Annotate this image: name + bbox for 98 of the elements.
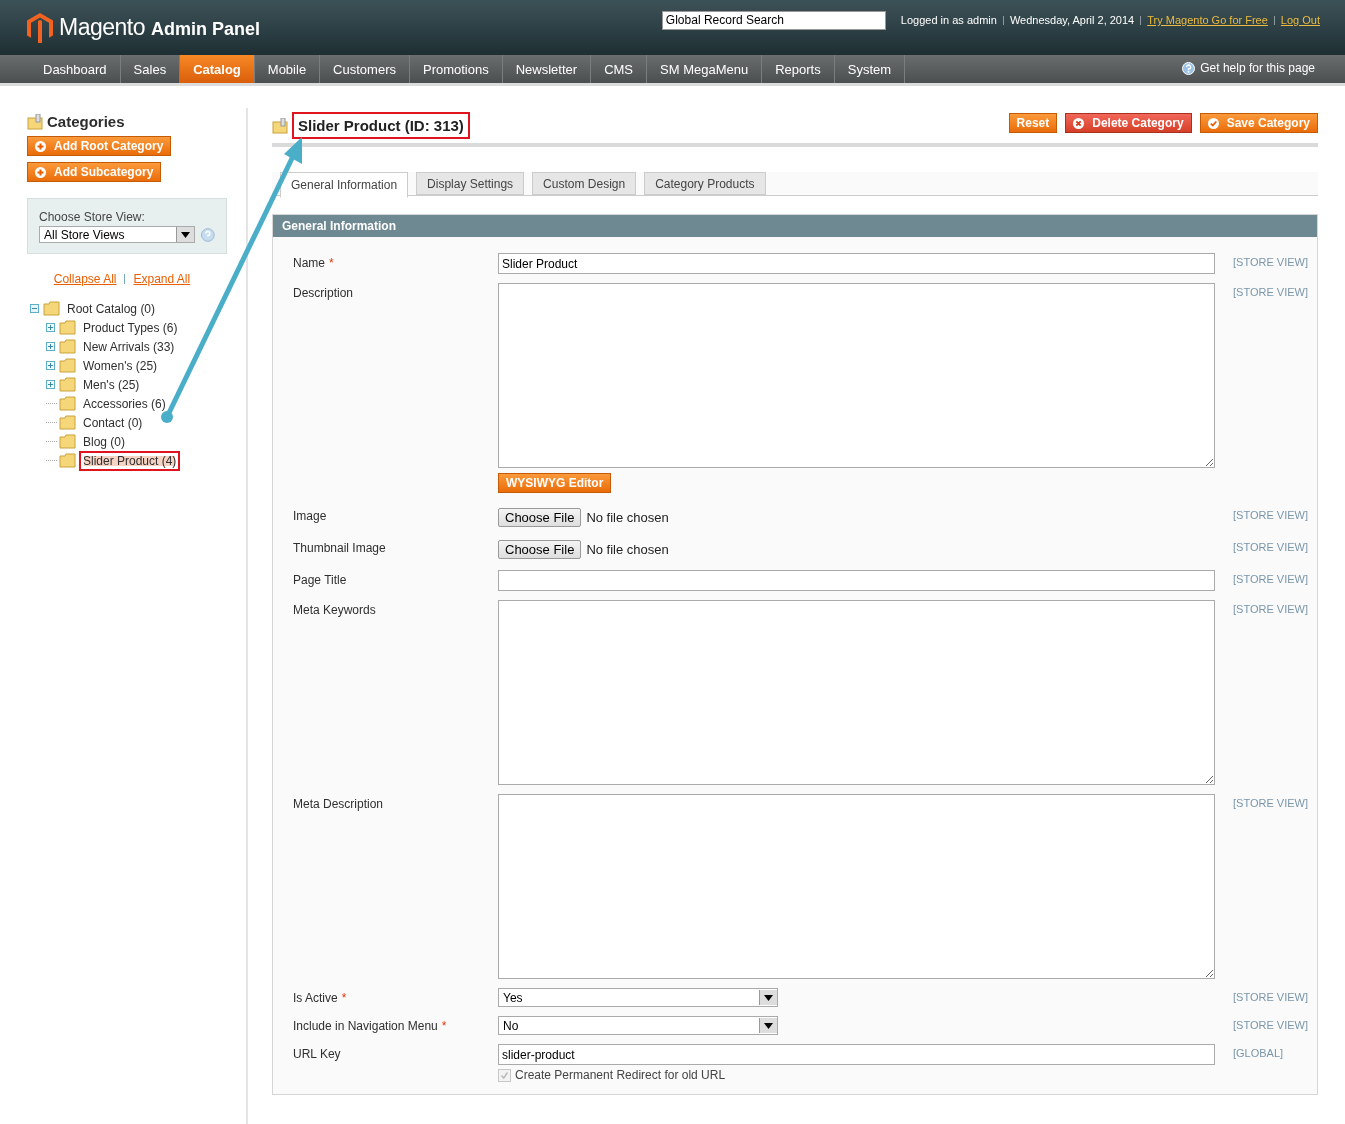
nav-tab[interactable]: Reports <box>762 55 835 83</box>
check-icon <box>500 1070 509 1080</box>
field-label: Is Active <box>293 991 338 1005</box>
expand-icon[interactable] <box>46 323 55 332</box>
store-view-select[interactable]: All Store Views <box>39 226 196 243</box>
store-view-label: Choose Store View: <box>39 210 146 224</box>
text-field[interactable] <box>498 570 1215 591</box>
scope-label: [STORE VIEW] <box>1233 1018 1308 1031</box>
folder-icon <box>59 320 77 335</box>
field-label: Description <box>293 286 354 300</box>
expand-icon[interactable] <box>46 380 55 389</box>
tab[interactable]: General Information <box>280 172 409 198</box>
logo-subtitle: Admin Panel <box>151 18 261 40</box>
folder-icon <box>27 113 43 130</box>
nav-tab[interactable]: Newsletter <box>502 55 592 83</box>
section-header: General Information <box>273 215 1317 237</box>
tree-item[interactable]: Accessories (6) <box>79 393 170 414</box>
scope-label: [STORE VIEW] <box>1233 540 1308 553</box>
field-label: Thumbnail Image <box>293 541 386 555</box>
expand-icon[interactable] <box>46 342 55 351</box>
field-label: Meta Keywords <box>293 603 376 617</box>
nav-tab[interactable]: Mobile <box>254 55 321 83</box>
sidebar-title: Categories <box>47 113 125 130</box>
file-status: No file chosen <box>586 510 669 525</box>
logo-icon <box>27 12 53 43</box>
field-label: Meta Description <box>293 797 384 811</box>
folder-icon <box>272 117 288 134</box>
user-info: Logged in as admin <box>900 14 997 26</box>
folder-icon <box>59 358 77 373</box>
text-field[interactable]: Slider Product <box>498 253 1215 274</box>
required-mark: * <box>441 1019 447 1033</box>
nav-tab[interactable]: SM MegaMenu <box>647 55 763 83</box>
tab[interactable]: Display Settings <box>416 172 525 195</box>
plus-icon <box>35 140 46 152</box>
text-field[interactable]: slider-product <box>498 1044 1215 1065</box>
folder-icon <box>59 453 77 468</box>
dropdown[interactable]: No <box>498 1016 778 1035</box>
tree-item[interactable]: Slider Product (4) <box>79 450 181 471</box>
scope-label: [STORE VIEW] <box>1233 990 1308 1003</box>
expand-icon[interactable] <box>46 361 55 370</box>
scope-label: [STORE VIEW] <box>1233 508 1308 521</box>
delete-button[interactable]: Delete Category <box>1065 113 1192 133</box>
scope-label: [GLOBAL] <box>1233 1046 1284 1059</box>
scope-label: [STORE VIEW] <box>1233 602 1308 615</box>
collapse-icon[interactable] <box>30 304 39 313</box>
tree-item[interactable]: Women's (25) <box>79 355 162 376</box>
field-label: Include in Navigation Menu <box>293 1019 438 1033</box>
plus-icon <box>35 166 46 178</box>
checkbox-label: Create Permanent Redirect for old URL <box>515 1068 726 1082</box>
field-label: Name <box>293 256 325 270</box>
tree-link[interactable]: Expand All <box>133 272 191 286</box>
folder-icon <box>59 434 77 449</box>
field-label: Page Title <box>293 573 347 587</box>
help-icon[interactable] <box>201 227 215 242</box>
logo-text: Magento <box>59 14 145 41</box>
required-mark: * <box>341 991 347 1005</box>
file-status: No file chosen <box>586 542 669 557</box>
nav-tab[interactable]: Promotions <box>409 55 503 83</box>
dropdown-arrow-icon <box>764 1022 773 1029</box>
nav-tab[interactable]: System <box>834 55 906 83</box>
check-icon <box>1207 117 1219 129</box>
nav-tab[interactable]: Customers <box>320 55 410 83</box>
choose-file-button[interactable]: Choose File <box>498 540 582 559</box>
page-title: Slider Product (ID: 313) <box>292 112 470 139</box>
tab[interactable]: Custom Design <box>532 172 637 195</box>
help-link[interactable]: Get help for this page <box>1200 61 1315 75</box>
tree-item[interactable]: Contact (0) <box>79 412 147 433</box>
field-label: Image <box>293 509 327 523</box>
field-label: URL Key <box>293 1047 341 1061</box>
dropdown[interactable]: Yes <box>498 988 778 1007</box>
folder-icon <box>59 396 77 411</box>
search-field[interactable]: Global Record Search <box>661 10 886 30</box>
tree-item[interactable]: Men's (25) <box>79 374 144 395</box>
help-icon <box>1182 61 1196 75</box>
tree-item[interactable]: Root Catalog (0) <box>63 298 160 319</box>
nav-tab[interactable]: CMS <box>591 55 648 83</box>
scope-label: [STORE VIEW] <box>1233 796 1308 809</box>
scope-label: [STORE VIEW] <box>1233 572 1308 585</box>
folder-icon <box>59 339 77 354</box>
required-mark: * <box>329 256 334 270</box>
date-text: Wednesday, April 2, 2014 <box>1009 14 1135 26</box>
tree-item[interactable]: New Arrivals (33) <box>79 336 179 357</box>
dropdown-arrow-icon <box>181 231 191 238</box>
choose-file-button[interactable]: Choose File <box>498 508 582 527</box>
scope-label: [STORE VIEW] <box>1233 285 1308 298</box>
header-link[interactable]: Try Magento Go for Free <box>1147 14 1268 26</box>
folder-icon <box>43 301 61 316</box>
header-link[interactable]: Log Out <box>1280 14 1320 26</box>
folder-icon <box>59 377 77 392</box>
dropdown-arrow-icon <box>764 994 773 1001</box>
tree-item[interactable]: Product Types (6) <box>79 317 182 338</box>
folder-icon <box>59 415 77 430</box>
tree-link[interactable]: Collapse All <box>53 272 117 286</box>
nav-tab[interactable]: Dashboard <box>30 55 121 83</box>
tree-item[interactable]: Blog (0) <box>79 431 130 452</box>
tab[interactable]: Category Products <box>644 172 766 195</box>
scope-label: [STORE VIEW] <box>1233 255 1308 268</box>
close-icon <box>1073 117 1085 129</box>
